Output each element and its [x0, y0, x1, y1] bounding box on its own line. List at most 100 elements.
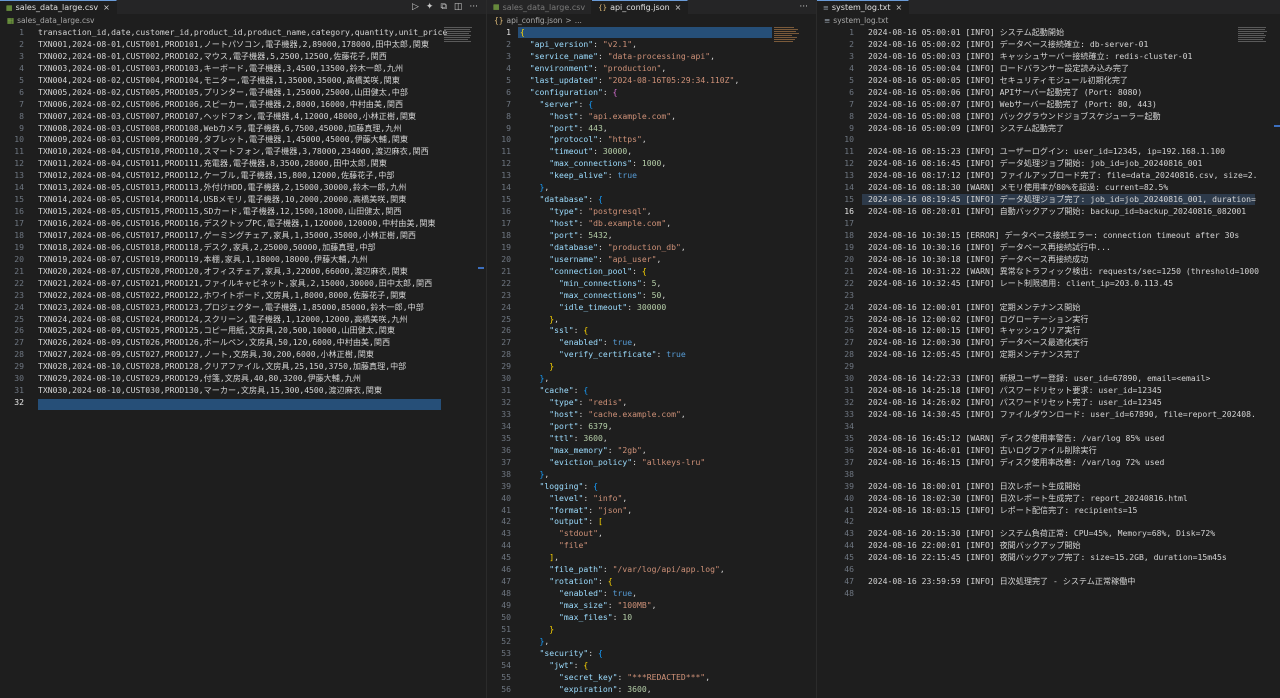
- code-line[interactable]: 46 "file_path": "/var/log/api/app.log",: [487, 564, 816, 576]
- code-line[interactable]: 26 "ssl": {: [487, 325, 816, 337]
- code-line[interactable]: 14 2024-08-16 08:18:30 [WARN] メモリ使用率が80%を…: [817, 182, 1280, 194]
- code-line[interactable]: 3 "service_name": "data-processing-api",: [487, 51, 816, 63]
- code-line[interactable]: 17 "host": "db.example.com",: [487, 218, 816, 230]
- code-line[interactable]: 15 2024-08-16 08:19:45 [INFO] データ処理ジョブ完了:…: [817, 194, 1280, 206]
- copy-icon[interactable]: ⧉: [440, 2, 446, 12]
- code-line[interactable]: 38: [817, 469, 1280, 481]
- code-line[interactable]: 31 2024-08-16 14:25:18 [INFO] パスワードリセット要求…: [817, 385, 1280, 397]
- code-line[interactable]: 29 }: [487, 361, 816, 373]
- code-line[interactable]: 34: [817, 421, 1280, 433]
- code-line[interactable]: 17 TXN016,2024-08-06,CUST016,PROD116,デスクト…: [0, 218, 486, 230]
- code-line[interactable]: 3 TXN002,2024-08-01,CUST002,PROD102,マウス,電…: [0, 51, 486, 63]
- code-line[interactable]: 37 "eviction_policy": "allkeys-lru": [487, 457, 816, 469]
- code-line[interactable]: 21 2024-08-16 10:31:22 [WARN] 異常なトラフィック検出…: [817, 266, 1280, 278]
- code-line[interactable]: 21 "connection_pool": {: [487, 266, 816, 278]
- code-line[interactable]: 20 2024-08-16 10:30:18 [INFO] データベース再接続成功: [817, 254, 1280, 266]
- code-line[interactable]: 40 2024-08-16 18:02:30 [INFO] 日次レポート生成完了:…: [817, 493, 1280, 505]
- code-line[interactable]: 12 "max_connections": 1000,: [487, 158, 816, 170]
- code-line[interactable]: 39 "logging": {: [487, 481, 816, 493]
- code-line[interactable]: 17: [817, 218, 1280, 230]
- code-line[interactable]: 9 TXN008,2024-08-03,CUST008,PROD108,Webカメ…: [0, 123, 486, 135]
- code-line[interactable]: 6 TXN005,2024-08-02,CUST005,PROD105,プリンター…: [0, 87, 486, 99]
- log-code-area[interactable]: 1 2024-08-16 05:00:01 [INFO] システム起動開始 2 202…: [817, 27, 1280, 698]
- code-line[interactable]: 25 TXN024,2024-08-08,CUST024,PROD124,スクリー…: [0, 314, 486, 326]
- minimap[interactable]: [1238, 27, 1268, 49]
- code-line[interactable]: 10: [817, 134, 1280, 146]
- code-line[interactable]: 10 "protocol": "https",: [487, 134, 816, 146]
- code-line[interactable]: 8 "host": "api.example.com",: [487, 111, 816, 123]
- tab-api-config-json[interactable]: {} api_config.json ×: [592, 0, 689, 14]
- code-line[interactable]: 32 2024-08-16 14:26:02 [INFO] パスワードリセット完了…: [817, 397, 1280, 409]
- code-line[interactable]: 4 2024-08-16 05:00:04 [INFO] ロードバランサー設定読み…: [817, 63, 1280, 75]
- code-line[interactable]: 22 2024-08-16 10:32:45 [INFO] レート制限適用: cl…: [817, 278, 1280, 290]
- code-line[interactable]: 54 "jwt": {: [487, 660, 816, 672]
- code-line[interactable]: 6 2024-08-16 05:00:06 [INFO] APIサーバー起動完了 …: [817, 87, 1280, 99]
- code-line[interactable]: 15 TXN014,2024-08-05,CUST014,PROD114,USBメ…: [0, 194, 486, 206]
- code-line[interactable]: 23: [817, 290, 1280, 302]
- code-line[interactable]: 48: [817, 588, 1280, 600]
- code-line[interactable]: 20 TXN019,2024-08-07,CUST019,PROD119,本棚,家…: [0, 254, 486, 266]
- code-line[interactable]: 30 },: [487, 373, 816, 385]
- code-line[interactable]: 26 TXN025,2024-08-09,CUST025,PROD125,コピー用…: [0, 325, 486, 337]
- code-line[interactable]: 24 "idle_timeout": 300000: [487, 302, 816, 314]
- code-line[interactable]: 31 "cache": {: [487, 385, 816, 397]
- breadcrumb-file[interactable]: api_config.json: [507, 16, 563, 25]
- close-icon[interactable]: ×: [103, 3, 110, 12]
- code-line[interactable]: 38 },: [487, 469, 816, 481]
- breadcrumb-file[interactable]: system_log.txt: [833, 16, 888, 25]
- code-line[interactable]: 10 TXN009,2024-08-03,CUST009,PROD109,タブレッ…: [0, 134, 486, 146]
- code-line[interactable]: 13 "keep_alive": true: [487, 170, 816, 182]
- tab-sales-data-csv[interactable]: ▦ sales_data_large.csv ×: [0, 0, 117, 14]
- code-line[interactable]: 45 2024-08-16 22:15:45 [INFO] 夜間バックアップ完了:…: [817, 552, 1280, 564]
- code-line[interactable]: 42 "output": [: [487, 516, 816, 528]
- code-line[interactable]: 27 "enabled": true,: [487, 337, 816, 349]
- code-line[interactable]: 13 2024-08-16 08:17:12 [INFO] ファイルアップロード完…: [817, 170, 1280, 182]
- code-line[interactable]: 19 TXN018,2024-08-06,CUST018,PROD118,デスク,…: [0, 242, 486, 254]
- code-line[interactable]: 11 "timeout": 30000,: [487, 146, 816, 158]
- code-line[interactable]: 7 2024-08-16 05:00:07 [INFO] Webサーバー起動完了 …: [817, 99, 1280, 111]
- breadcrumb-symbol[interactable]: ...: [575, 16, 582, 25]
- code-line[interactable]: 7 "server": {: [487, 99, 816, 111]
- code-line[interactable]: 3 2024-08-16 05:00:03 [INFO] キャッシュサーバー接続確…: [817, 51, 1280, 63]
- code-line[interactable]: 33 2024-08-16 14:30:45 [INFO] ファイルダウンロード:…: [817, 409, 1280, 421]
- code-line[interactable]: 41 2024-08-16 18:03:15 [INFO] レポート配信完了: r…: [817, 505, 1280, 517]
- tab-sales-data-csv-2[interactable]: ▦ sales_data_large.csv: [487, 0, 593, 14]
- code-line[interactable]: 14 TXN013,2024-08-05,CUST013,PROD113,外付けH…: [0, 182, 486, 194]
- code-line[interactable]: 30 TXN029,2024-08-10,CUST029,PROD129,付箋,文…: [0, 373, 486, 385]
- code-line[interactable]: 9 "port": 443,: [487, 123, 816, 135]
- code-line[interactable]: 48 "enabled": true,: [487, 588, 816, 600]
- csv-code-area[interactable]: 1 transaction_id,date,customer_id,product…: [0, 27, 486, 698]
- code-line[interactable]: 27 TXN026,2024-08-09,CUST026,PROD126,ボールペ…: [0, 337, 486, 349]
- close-icon[interactable]: ×: [896, 3, 903, 12]
- code-line[interactable]: 32: [0, 397, 486, 409]
- code-line[interactable]: 37 2024-08-16 16:46:15 [INFO] ディスク使用率改善: …: [817, 457, 1280, 469]
- code-line[interactable]: 25 2024-08-16 12:00:02 [INFO] ログローテーション実行: [817, 314, 1280, 326]
- code-line[interactable]: 51 }: [487, 624, 816, 636]
- code-line[interactable]: 15 "database": {: [487, 194, 816, 206]
- breadcrumb-file[interactable]: sales_data_large.csv: [17, 16, 94, 25]
- code-line[interactable]: 1 transaction_id,date,customer_id,product…: [0, 27, 486, 39]
- code-line[interactable]: 5 TXN004,2024-08-02,CUST004,PROD104,モニター,…: [0, 75, 486, 87]
- code-line[interactable]: 45 ],: [487, 552, 816, 564]
- code-line[interactable]: 5 2024-08-16 05:00:05 [INFO] セキュリティモジュール初…: [817, 75, 1280, 87]
- code-line[interactable]: 2 TXN001,2024-08-01,CUST001,PROD101,ノートパソ…: [0, 39, 486, 51]
- code-line[interactable]: 39 2024-08-16 18:00:01 [INFO] 日次レポート生成開始: [817, 481, 1280, 493]
- code-line[interactable]: 24 2024-08-16 12:00:01 [INFO] 定期メンテナンス開始: [817, 302, 1280, 314]
- code-line[interactable]: 12 2024-08-16 08:16:45 [INFO] データ処理ジョブ開始:…: [817, 158, 1280, 170]
- minimap[interactable]: [444, 27, 474, 49]
- code-line[interactable]: 28 TXN027,2024-08-09,CUST027,PROD127,ノート,…: [0, 349, 486, 361]
- code-line[interactable]: 26 2024-08-16 12:00:15 [INFO] キャッシュクリア実行: [817, 325, 1280, 337]
- code-line[interactable]: 55 "secret_key": "***REDACTED***",: [487, 672, 816, 684]
- code-line[interactable]: 18 "port": 5432,: [487, 230, 816, 242]
- code-line[interactable]: 7 TXN006,2024-08-02,CUST006,PROD106,スピーカー…: [0, 99, 486, 111]
- code-line[interactable]: 20 "username": "api_user",: [487, 254, 816, 266]
- code-line[interactable]: 49 "max_size": "100MB",: [487, 600, 816, 612]
- more-actions-icon[interactable]: ···: [469, 2, 478, 12]
- code-line[interactable]: 19 2024-08-16 10:30:16 [INFO] データベース再接続試行…: [817, 242, 1280, 254]
- code-line[interactable]: 22 "min_connections": 5,: [487, 278, 816, 290]
- code-line[interactable]: 4 "environment": "production",: [487, 63, 816, 75]
- code-line[interactable]: 43 "stdout",: [487, 528, 816, 540]
- code-line[interactable]: 2 2024-08-16 05:00:02 [INFO] データベース接続確立: …: [817, 39, 1280, 51]
- code-line[interactable]: 56 "expiration": 3600,: [487, 684, 816, 696]
- code-line[interactable]: 27 2024-08-16 12:00:30 [INFO] データベース最適化実行: [817, 337, 1280, 349]
